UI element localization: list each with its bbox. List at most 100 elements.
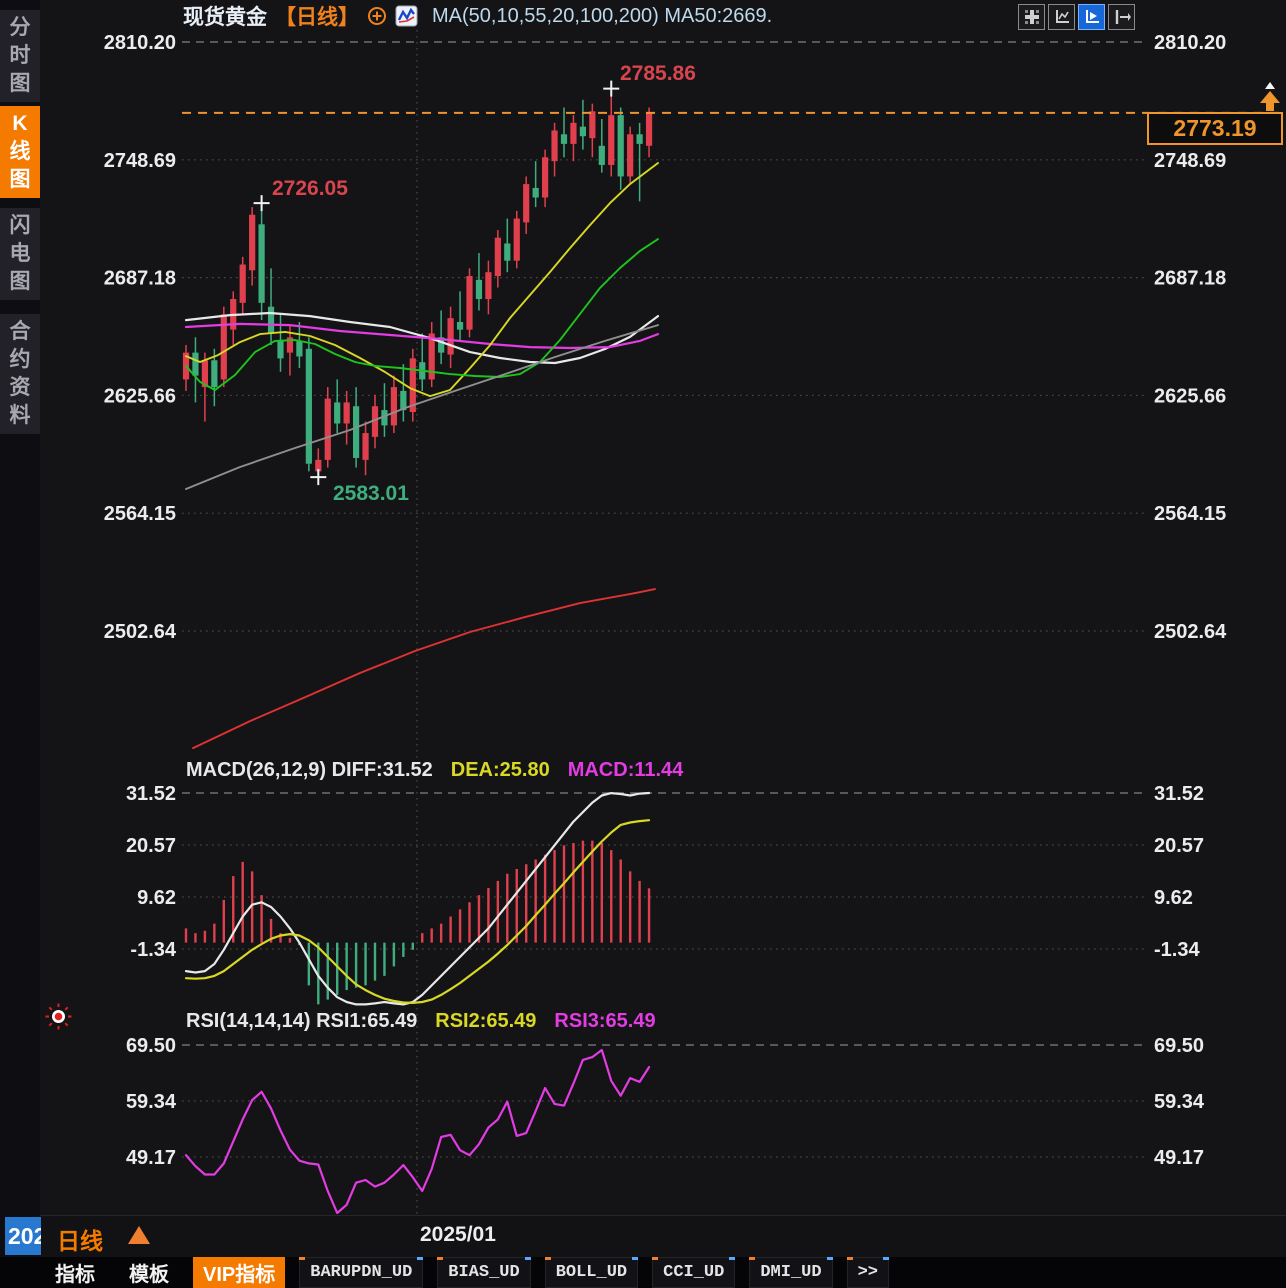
candle-body <box>608 115 614 165</box>
macd-header: MACD(26,12,9) DIFF:31.52 DEA:25.80 MACD:… <box>186 759 683 782</box>
period-tag[interactable]: 【日线】 <box>275 1 359 31</box>
candle-body <box>570 123 576 144</box>
year-badge[interactable]: 2024 <box>5 1217 41 1255</box>
date-tick-label: 2025/01 <box>420 1223 496 1247</box>
axis-tick-label: 20.57 <box>126 835 176 857</box>
add-indicator-icon[interactable] <box>367 6 387 26</box>
axis-tick-label: 2502.64 <box>104 621 177 643</box>
candle-body <box>504 243 510 260</box>
axis-tick-label: 59.34 <box>126 1091 177 1113</box>
candle-body <box>514 219 520 261</box>
panel-toggle-icon[interactable] <box>1108 4 1135 30</box>
candle-body <box>325 399 331 460</box>
candle-body <box>211 360 217 387</box>
candle-body <box>277 341 283 358</box>
candle-body <box>259 224 265 303</box>
axis-tick-label: 9.62 <box>1154 887 1193 909</box>
rsi3-label: RSI3:65.49 <box>554 1010 655 1033</box>
axes-chart-icon[interactable] <box>1048 4 1075 30</box>
chart-header: 现货黄金 【日线】 MA(50,10,55,20,100,200) MA50:2… <box>183 3 772 29</box>
tab-CCI_UD[interactable]: CCI_UD <box>652 1257 735 1288</box>
candle-body <box>249 215 255 271</box>
candle-body <box>457 322 463 330</box>
alert-sun-icon[interactable] <box>45 1003 72 1030</box>
candle-body <box>495 238 501 276</box>
candle-body <box>192 353 198 376</box>
axis-tick-label: 69.50 <box>126 1035 176 1057</box>
candle-body <box>551 130 557 161</box>
axis-tick-label: 59.34 <box>1154 1091 1205 1113</box>
candle-body <box>523 184 529 222</box>
axis-tick-label: 2810.20 <box>1154 32 1226 54</box>
symbol-title: 现货黄金 <box>183 1 267 31</box>
last-price-badge: 2773.19 <box>1147 112 1283 145</box>
candle-body <box>306 349 312 464</box>
tab-VIP指标[interactable]: VIP指标 <box>193 1257 285 1288</box>
grid-cross-icon[interactable] <box>1018 4 1045 30</box>
ma-indicator-logo-icon[interactable] <box>395 5 418 27</box>
candle-body <box>627 134 633 176</box>
date-axis-row: 日线 2025/01 <box>40 1215 1286 1258</box>
tab-[interactable]: >> <box>847 1257 889 1288</box>
candle-body <box>533 188 539 198</box>
candle-body <box>466 276 472 330</box>
axis-tick-label: 2810.20 <box>104 32 176 54</box>
candle-body <box>637 134 643 144</box>
candle-body <box>542 157 548 197</box>
swing-high-label: 2726.05 <box>272 177 348 201</box>
axis-tick-label: 2687.18 <box>104 268 176 290</box>
axis-tick-label: 2748.69 <box>104 150 176 172</box>
period-up-triangle-icon <box>128 1226 150 1244</box>
axis-tick-label: 2564.15 <box>104 503 176 525</box>
candle-body <box>362 433 368 460</box>
axis-tick-label: 2625.66 <box>104 385 176 407</box>
axis-tick-label: 31.52 <box>126 783 176 805</box>
candle-body <box>344 402 350 423</box>
candle-body <box>353 406 359 458</box>
axis-tick-label: 9.62 <box>137 887 176 909</box>
tab-BARUPDN_UD[interactable]: BARUPDN_UD <box>299 1257 423 1288</box>
axis-tick-label: 49.17 <box>1154 1147 1204 1169</box>
candle-body <box>240 265 246 303</box>
axis-tick-label: 69.50 <box>1154 1035 1204 1057</box>
candle-body <box>448 318 454 354</box>
period-label[interactable]: 日线 <box>57 1222 103 1256</box>
swing-low-label: 2583.01 <box>333 482 409 506</box>
tab-DMI_UD[interactable]: DMI_UD <box>749 1257 832 1288</box>
ma-red-line <box>193 589 655 748</box>
candle-body <box>599 146 605 165</box>
candle-body <box>646 113 652 146</box>
axis-tick-label: 31.52 <box>1154 783 1204 805</box>
chart-canvas[interactable]: 2810.20 2810.20 2748.69 2748.69 2687.18 2687.… <box>0 0 1286 1288</box>
candle-body <box>268 307 274 334</box>
axis-tick-label: 2748.69 <box>1154 150 1226 172</box>
macd-value-label: MACD:11.44 <box>568 759 684 782</box>
rsi2-label: RSI2:65.49 <box>435 1010 536 1033</box>
axis-tick-label: -1.34 <box>130 939 176 961</box>
tab-指标[interactable]: 指标 <box>45 1257 105 1288</box>
candle-body <box>580 127 586 137</box>
ma-settings-label: MA(50,10,55,20,100,200) MA50:2669. <box>432 5 772 28</box>
axis-tick-label: 20.57 <box>1154 835 1204 857</box>
axis-tick-label: 49.17 <box>126 1147 176 1169</box>
macd-dea-line <box>186 820 649 1003</box>
candle-body <box>561 134 567 144</box>
chart-toolbar <box>1018 4 1135 30</box>
price-up-arrow-icon <box>1257 80 1283 114</box>
candle-body <box>476 280 482 299</box>
rsi-title: RSI(14,14,14) RSI1:65.49 <box>186 1010 417 1033</box>
trading-app-window: 2810.20 2810.20 2748.69 2748.69 2687.18 2687.… <box>0 0 1286 1288</box>
tab-BOLL_UD[interactable]: BOLL_UD <box>545 1257 638 1288</box>
axis-tick-label: 2625.66 <box>1154 385 1226 407</box>
tab-模板[interactable]: 模板 <box>119 1257 179 1288</box>
candle-body <box>296 341 302 356</box>
axis-tick-label: 2564.15 <box>1154 503 1226 525</box>
axes-flag-icon[interactable] <box>1078 4 1105 30</box>
macd-dea-label: DEA:25.80 <box>451 759 550 782</box>
candle-body <box>485 272 491 299</box>
tab-BIAS_UD[interactable]: BIAS_UD <box>437 1257 530 1288</box>
rsi-header: RSI(14,14,14) RSI1:65.49 RSI2:65.49 RSI3… <box>186 1010 656 1033</box>
indicator-tab-bar: 指标模板 VIP指标 BARUPDN_UD BIAS_UD BOLL_UD CCI_UD D… <box>0 1257 1286 1288</box>
axis-tick-label: 2502.64 <box>1154 621 1227 643</box>
axis-tick-label: 2687.18 <box>1154 268 1226 290</box>
